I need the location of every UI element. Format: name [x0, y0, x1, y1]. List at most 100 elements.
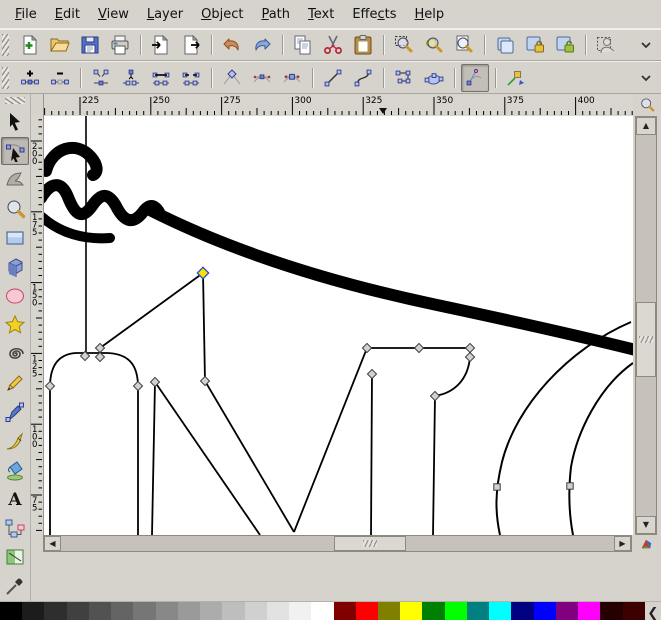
tool-connector[interactable]: [1, 514, 29, 542]
copy-button[interactable]: [289, 31, 317, 59]
toolbar-overflow-chevron-icon[interactable]: [639, 71, 653, 85]
toolbar-grip[interactable]: [2, 34, 9, 56]
palette-swatch[interactable]: [356, 602, 378, 620]
path-node[interactable]: [133, 381, 142, 390]
toolbar-overflow-chevron-icon[interactable]: [639, 38, 653, 52]
open-button[interactable]: [46, 31, 74, 59]
tool-3d-box[interactable]: [1, 253, 29, 281]
vertical-scrollbar[interactable]: ▲ ▼: [635, 116, 657, 535]
tool-star[interactable]: [1, 311, 29, 339]
palette-swatch[interactable]: [22, 602, 44, 620]
zoom-drawing-button[interactable]: [420, 31, 448, 59]
path-node[interactable]: [362, 343, 371, 352]
path-segment[interactable]: [294, 348, 470, 532]
horizontal-scrollbar[interactable]: ◀ ▶: [43, 535, 632, 552]
tool-calligraphy[interactable]: [1, 427, 29, 455]
path-segment[interactable]: [371, 374, 372, 535]
scroll-up-icon[interactable]: ▲: [636, 117, 656, 135]
redo-button[interactable]: [248, 31, 276, 59]
palette-swatch[interactable]: [289, 602, 311, 620]
path-node[interactable]: [45, 381, 54, 390]
menu-path[interactable]: Path: [252, 3, 299, 26]
palette-chevron-left-icon[interactable]: ❮: [645, 602, 661, 620]
menu-layer[interactable]: Layer: [138, 3, 192, 26]
palette-swatch[interactable]: [311, 602, 333, 620]
path-node[interactable]: [465, 343, 474, 352]
path-node[interactable]: [494, 484, 500, 490]
menu-edit[interactable]: Edit: [46, 3, 89, 26]
path-segment[interactable]: [569, 363, 633, 535]
path-segment[interactable]: [433, 348, 470, 535]
path-node[interactable]: [367, 369, 376, 378]
palette-swatch[interactable]: [245, 602, 267, 620]
insert-node-button[interactable]: [16, 64, 44, 92]
preferences-button[interactable]: [592, 31, 620, 59]
unlink-clone-button[interactable]: [551, 31, 579, 59]
new-document-button[interactable]: [16, 31, 44, 59]
join-nodes-button[interactable]: [87, 64, 115, 92]
vertical-scroll-thumb[interactable]: [636, 302, 656, 377]
make-line-button[interactable]: [319, 64, 347, 92]
palette-swatch[interactable]: [489, 602, 511, 620]
palette-swatch[interactable]: [445, 602, 467, 620]
delete-segment-button[interactable]: [177, 64, 205, 92]
tool-text[interactable]: A: [1, 485, 29, 513]
palette-swatch[interactable]: [44, 602, 66, 620]
tool-zoom[interactable]: [1, 195, 29, 223]
tool-paint-bucket[interactable]: [1, 456, 29, 484]
tool-gradient[interactable]: [1, 543, 29, 571]
path-segment[interactable]: [50, 353, 138, 535]
palette-swatch[interactable]: [111, 602, 133, 620]
tool-pen[interactable]: [1, 398, 29, 426]
palette-swatch[interactable]: [222, 602, 244, 620]
duplicate-button[interactable]: [491, 31, 519, 59]
save-button[interactable]: [76, 31, 104, 59]
palette-swatch[interactable]: [156, 602, 178, 620]
tool-spiral[interactable]: [1, 340, 29, 368]
tool-selector[interactable]: [1, 108, 29, 136]
horizontal-scroll-thumb[interactable]: [334, 536, 406, 551]
symmetric-node-button[interactable]: [278, 64, 306, 92]
tool-dropper[interactable]: [1, 572, 29, 600]
path-segment[interactable]: [152, 382, 155, 535]
horizontal-ruler[interactable]: 225250275300325350375400: [44, 94, 633, 117]
path-node[interactable]: [430, 391, 439, 400]
palette-swatch[interactable]: [178, 602, 200, 620]
delete-node-button[interactable]: [46, 64, 74, 92]
palette-swatch[interactable]: [467, 602, 489, 620]
tool-node-editor[interactable]: [1, 137, 29, 165]
palette-swatch[interactable]: [511, 602, 533, 620]
undo-button[interactable]: [218, 31, 246, 59]
menu-object[interactable]: Object: [192, 3, 252, 26]
scroll-right-icon[interactable]: ▶: [614, 536, 631, 551]
tool-ellipse[interactable]: [1, 282, 29, 310]
menu-effects[interactable]: Effects: [343, 3, 405, 26]
vertical-ruler[interactable]: 20017515012510075: [31, 116, 44, 535]
sticky-zoom-icon[interactable]: [633, 94, 661, 116]
zoom-selection-button[interactable]: [390, 31, 418, 59]
palette-swatch[interactable]: [600, 602, 622, 620]
import-button[interactable]: [147, 31, 175, 59]
path-node[interactable]: [567, 483, 573, 489]
palette-swatch[interactable]: [400, 602, 422, 620]
palette-swatch[interactable]: [0, 602, 22, 620]
path-node[interactable]: [414, 343, 423, 352]
break-nodes-button[interactable]: [117, 64, 145, 92]
path-segment[interactable]: [496, 322, 631, 535]
path-node[interactable]: [200, 376, 209, 385]
color-management-icon[interactable]: [632, 535, 661, 552]
menu-view[interactable]: View: [89, 3, 138, 26]
palette-swatch[interactable]: [267, 602, 289, 620]
palette-swatch[interactable]: [89, 602, 111, 620]
path-node[interactable]: [465, 352, 474, 361]
cut-button[interactable]: [319, 31, 347, 59]
clone-button[interactable]: [521, 31, 549, 59]
flatten-curve-button[interactable]: [420, 64, 448, 92]
menu-help[interactable]: Help: [406, 3, 454, 26]
palette-swatch[interactable]: [422, 602, 444, 620]
palette-swatch[interactable]: [133, 602, 155, 620]
export-button[interactable]: [177, 31, 205, 59]
palette-swatch[interactable]: [334, 602, 356, 620]
tool-rectangle[interactable]: [1, 224, 29, 252]
path-segment[interactable]: [44, 185, 159, 220]
